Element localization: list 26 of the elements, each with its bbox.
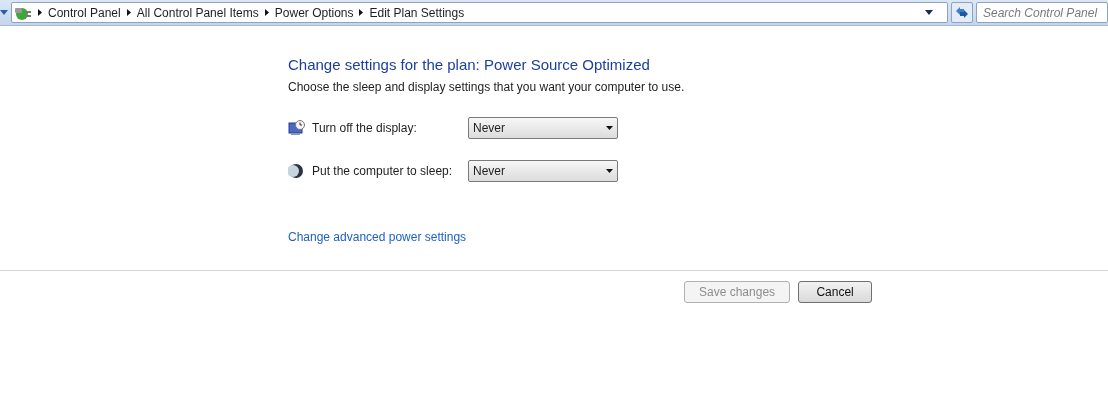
dropdown-arrow-icon[interactable] — [925, 10, 933, 15]
dropdown[interactable]: Never — [468, 117, 618, 139]
chevron-icon[interactable] — [359, 9, 364, 16]
monitor-clock-icon — [288, 120, 306, 136]
page-heading: Change settings for the plan: Power Source Optimized — [288, 56, 651, 74]
refresh-button[interactable] — [951, 2, 973, 23]
chevron-icon[interactable] — [126, 9, 131, 16]
caret-icon[interactable] — [0, 9, 8, 16]
setting-label: Put the computer to sleep: — [312, 163, 454, 180]
breadcrumb[interactable]: All Control Panel Items — [136, 3, 259, 22]
dropdown-arrow-icon — [606, 169, 613, 173]
setting-label: Turn off the display: — [312, 120, 418, 137]
address-bar[interactable]: Control Panel All Control Panel Items Power Options Edit Plan Settings — [11, 2, 948, 23]
search-field[interactable]: Search Control Panel — [976, 2, 1108, 23]
breadcrumb[interactable]: Control Panel — [48, 3, 121, 22]
chevron-icon[interactable] — [264, 9, 269, 16]
cancel-button[interactable]: Cancel — [798, 281, 873, 303]
page-description: Choose the sleep and display settings that you want your computer to use. — [288, 80, 686, 95]
breadcrumb[interactable]: Power Options — [274, 3, 354, 22]
refresh-icon — [955, 6, 969, 19]
advanced-settings-link[interactable]: Change advanced power settings — [288, 230, 467, 244]
dropdown-arrow-icon — [606, 126, 613, 130]
moon-icon — [288, 163, 304, 179]
chevron-icon[interactable] — [38, 9, 42, 16]
breadcrumb[interactable]: Edit Plan Settings — [369, 3, 465, 22]
dropdown[interactable]: Never — [468, 160, 618, 182]
